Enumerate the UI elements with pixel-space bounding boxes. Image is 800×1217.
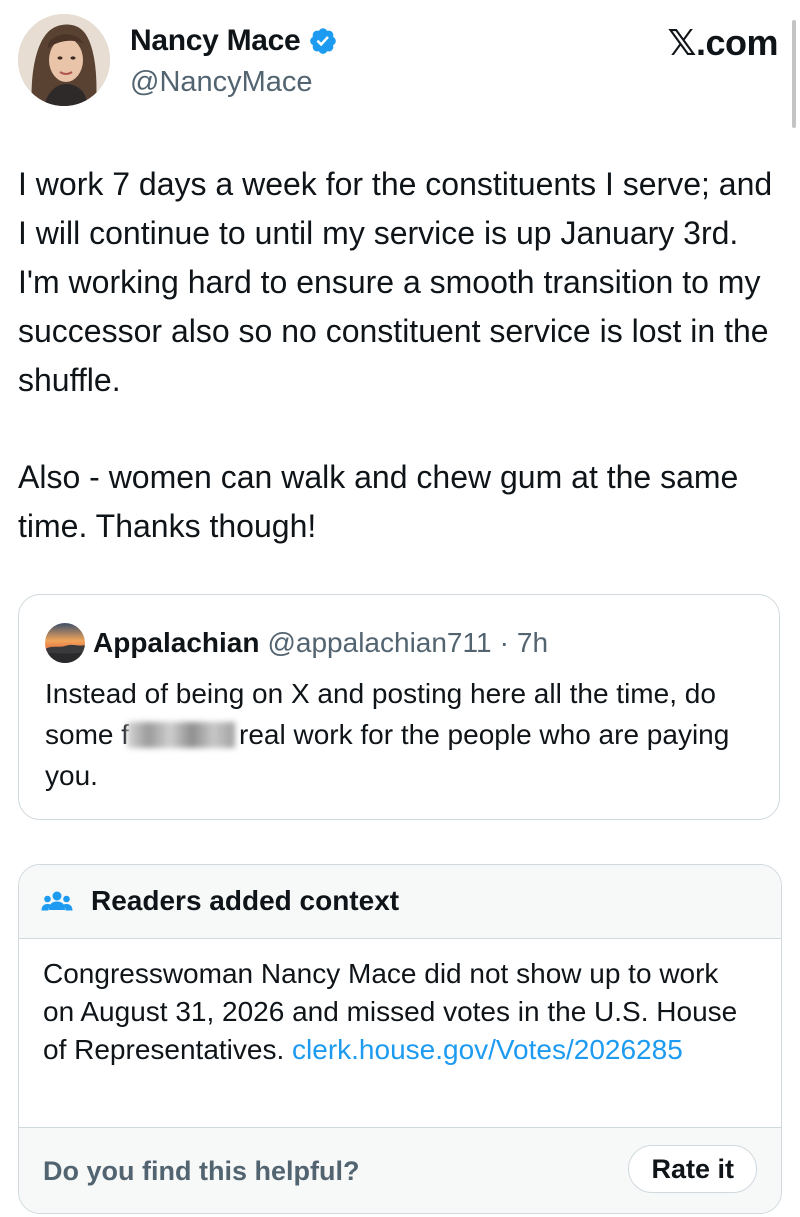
scrollbar-thumb[interactable]: [792, 20, 796, 128]
community-note-link[interactable]: clerk.house.gov/​Votes/2026285: [292, 1034, 683, 1065]
tweet-text: I work 7 days a week for the constituent…: [18, 160, 778, 551]
separator-dot: ·: [499, 627, 509, 658]
rate-it-button[interactable]: Rate it: [628, 1145, 757, 1193]
community-note-title: Readers added context: [91, 885, 400, 916]
quoted-author-avatar[interactable]: [45, 623, 85, 663]
x-logo: 𝕏.com: [667, 22, 778, 63]
people-icon: [41, 889, 73, 915]
quoted-author-name[interactable]: Appalachian: [93, 627, 259, 659]
tweet-paragraph-2: Also - women can walk and chew gum at th…: [18, 459, 739, 544]
community-note-header: Readers added context: [19, 865, 781, 939]
quoted-tweet-header: Appalachian @appalachian711 · 7h: [45, 623, 548, 663]
community-note: Readers added context Congresswoman Nanc…: [18, 864, 782, 1214]
quoted-tweet-text: Instead of being on X and posting here a…: [45, 673, 755, 796]
redaction-blur: [127, 722, 236, 748]
author-name-row: Nancy Mace: [130, 24, 338, 58]
tweet-paragraph-1: I work 7 days a week for the constituent…: [18, 166, 773, 398]
author-avatar[interactable]: [18, 14, 110, 106]
verified-badge-icon: [308, 26, 338, 56]
quoted-tweet[interactable]: Appalachian @appalachian711 · 7h Instead…: [18, 594, 780, 820]
community-note-footer: Do you find this helpful? Rate it: [19, 1127, 781, 1213]
author-display-name[interactable]: Nancy Mace: [130, 24, 301, 58]
helpful-question: Do you find this helpful?: [43, 1156, 360, 1186]
quoted-author-handle[interactable]: @appalachian711: [267, 627, 491, 659]
community-note-body: Congresswoman Nancy Mace did not show up…: [43, 955, 755, 1069]
author-handle[interactable]: @NancyMace: [130, 66, 313, 99]
tweet-header: Nancy Mace @NancyMace 𝕏.com: [18, 14, 778, 110]
quoted-tweet-time[interactable]: 7h: [517, 627, 548, 659]
